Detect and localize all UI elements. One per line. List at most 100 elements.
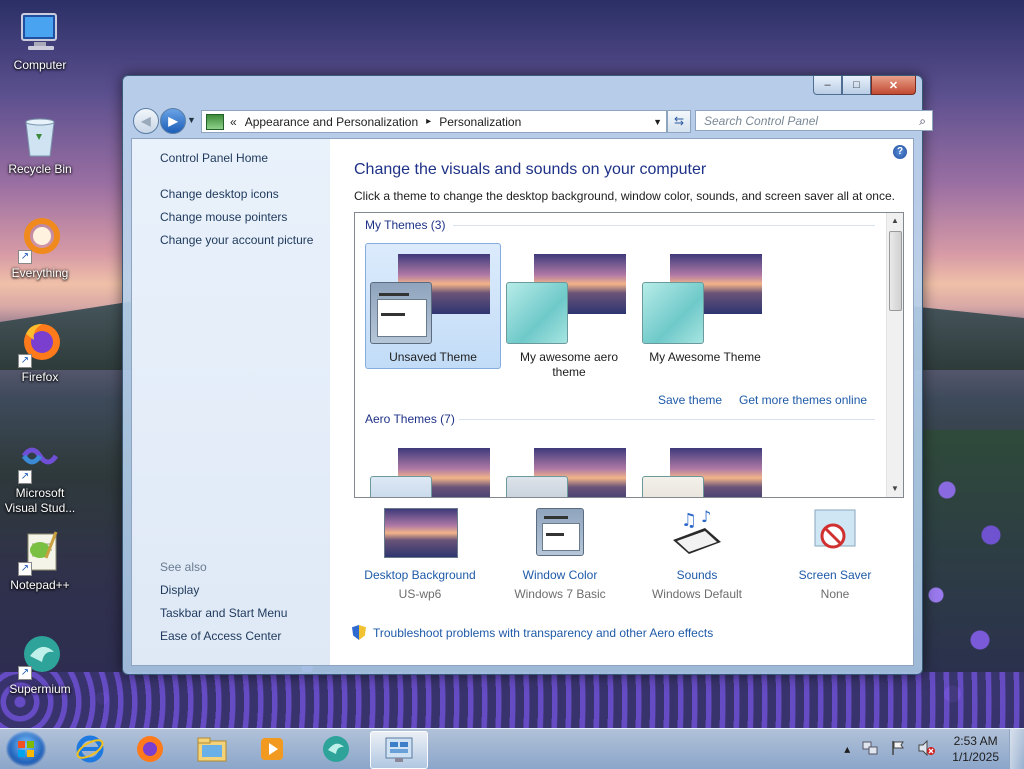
theme-window-preview xyxy=(642,476,704,497)
desktop-icon-everything[interactable]: ↗ Everything xyxy=(0,216,80,281)
close-button[interactable]: ✕ xyxy=(871,76,916,95)
aero-theme-characters[interactable] xyxy=(637,437,773,497)
get-more-themes-link[interactable]: Get more themes online xyxy=(739,393,867,407)
taskbar: ▴ 2:53 AM 1/1/2025 xyxy=(0,728,1024,769)
theme-list-scrollbar[interactable]: ▲ ▼ xyxy=(886,213,903,497)
back-arrow-icon: ◀ xyxy=(141,114,151,128)
save-theme-link[interactable]: Save theme xyxy=(658,393,722,407)
supermium-icon: ↗ xyxy=(16,632,64,680)
theme-awesome[interactable]: My Awesome Theme xyxy=(637,243,773,369)
windows-logo-icon xyxy=(18,741,34,757)
theme-list: My Themes (3) Unsaved Theme My awesome a… xyxy=(354,212,904,498)
search-icon[interactable]: ⌕ xyxy=(919,111,926,132)
desktop-icon-computer[interactable]: Computer xyxy=(0,8,80,73)
desktop-background-icon xyxy=(384,508,458,558)
internet-explorer-icon xyxy=(76,735,104,763)
network-icon[interactable] xyxy=(862,740,878,759)
maximize-button[interactable]: □ xyxy=(842,76,871,95)
minimize-button[interactable]: – xyxy=(813,76,842,95)
change-account-picture-link[interactable]: Change your account picture xyxy=(160,233,313,247)
aero-themes-header: Aero Themes (7) xyxy=(365,412,455,426)
change-desktop-icons-link[interactable]: Change desktop icons xyxy=(160,187,279,201)
sounds-link[interactable]: Sounds xyxy=(632,568,762,582)
aero-theme-windows7[interactable] xyxy=(365,437,501,497)
theme-awesome-aero[interactable]: My awesome aero theme xyxy=(501,243,637,379)
navigation-bar: ◀ ▶ ▼ « Appearance and Personalization ▸… xyxy=(131,107,933,135)
search-placeholder: Search Control Panel xyxy=(704,114,819,128)
control-panel-home-link[interactable]: Control Panel Home xyxy=(160,151,268,165)
theme-label: My awesome aero theme xyxy=(519,350,619,379)
desktop-icon-recycle-bin[interactable]: Recycle Bin xyxy=(0,112,80,177)
screen-saver-setting[interactable]: Screen Saver None xyxy=(770,508,900,601)
back-button[interactable]: ◀ xyxy=(133,108,159,134)
taskbar-explorer[interactable] xyxy=(184,731,240,767)
shortcut-arrow-icon: ↗ xyxy=(18,250,32,264)
window-color-setting[interactable]: Window Color Windows 7 Basic xyxy=(495,508,625,601)
recycle-bin-icon xyxy=(16,112,64,160)
computer-icon xyxy=(16,8,64,56)
media-player-icon xyxy=(261,738,283,760)
breadcrumb-overflow[interactable]: « xyxy=(230,115,237,129)
screen-saver-link[interactable]: Screen Saver xyxy=(770,568,900,582)
troubleshoot-transparency-link[interactable]: Troubleshoot problems with transparency … xyxy=(352,625,713,640)
clock-date: 1/1/2025 xyxy=(952,750,999,764)
forward-button[interactable]: ▶ xyxy=(160,108,186,134)
show-hidden-icons-button[interactable]: ▴ xyxy=(844,742,850,756)
ease-of-access-link[interactable]: Ease of Access Center xyxy=(160,629,281,643)
theme-window-preview xyxy=(370,282,432,344)
address-dropdown-chevron-down-icon[interactable]: ▼ xyxy=(653,117,662,127)
sounds-setting[interactable]: ♫ ♪ Sounds Windows Default xyxy=(632,507,762,601)
group-divider xyxy=(459,419,875,420)
scroll-down-icon[interactable]: ▼ xyxy=(887,481,903,497)
desktop-background-link[interactable]: Desktop Background xyxy=(355,568,485,582)
everything-search-icon: ↗ xyxy=(16,216,64,264)
sounds-icon: ♫ ♪ xyxy=(661,507,733,556)
desktop-background-setting[interactable]: Desktop Background US-wp6 xyxy=(355,508,485,601)
window-color-link[interactable]: Window Color xyxy=(495,568,625,582)
preview-inner xyxy=(377,299,427,337)
taskbar-firefox[interactable] xyxy=(122,731,178,767)
taskbar-start-menu-link[interactable]: Taskbar and Start Menu xyxy=(160,606,287,620)
address-bar[interactable]: « Appearance and Personalization ▸ Perso… xyxy=(201,110,667,133)
window-client-area: Control Panel Home Change desktop icons … xyxy=(131,138,914,666)
scroll-thumb[interactable] xyxy=(889,231,902,311)
taskbar-internet-explorer[interactable] xyxy=(62,731,118,767)
theme-label: Unsaved Theme xyxy=(389,350,477,364)
breadcrumb-appearance[interactable]: Appearance and Personalization xyxy=(245,115,418,129)
notification-area: ▴ 2:53 AM 1/1/2025 xyxy=(838,729,1024,769)
troubleshoot-label: Troubleshoot problems with transparency … xyxy=(373,625,714,640)
volume-muted-icon[interactable] xyxy=(918,739,936,759)
desktop-icon-label: Everything xyxy=(11,266,69,280)
start-button[interactable] xyxy=(6,731,46,767)
desktop-icon-visual-studio[interactable]: ↗ Microsoft Visual Stud... xyxy=(0,436,80,516)
desktop-icon-supermium[interactable]: ↗ Supermium xyxy=(0,632,80,697)
desktop-icon-label: Notepad++ xyxy=(10,578,70,592)
desktop-icon-label: Firefox xyxy=(21,370,59,384)
system-clock[interactable]: 2:53 AM 1/1/2025 xyxy=(952,733,999,765)
firefox-icon xyxy=(137,736,163,762)
change-mouse-pointers-link[interactable]: Change mouse pointers xyxy=(160,210,287,224)
aero-theme-architecture[interactable] xyxy=(501,437,637,497)
theme-unsaved[interactable]: Unsaved Theme xyxy=(365,243,501,369)
visual-studio-icon: ↗ xyxy=(16,436,64,484)
shortcut-arrow-icon: ↗ xyxy=(18,666,32,680)
taskbar-media-player[interactable] xyxy=(244,731,300,767)
theme-window-preview xyxy=(506,476,568,497)
desktop-icon-firefox[interactable]: ↗ Firefox xyxy=(0,320,80,385)
search-input[interactable]: Search Control Panel ⌕ xyxy=(695,110,933,131)
breadcrumb-separator-icon[interactable]: ▸ xyxy=(426,116,431,127)
desktop-icon-label: Microsoft Visual Stud... xyxy=(4,486,76,515)
refresh-button[interactable]: ⇆ xyxy=(667,110,691,133)
screen-saver-icon xyxy=(799,508,871,556)
show-desktop-button[interactable] xyxy=(1009,729,1024,769)
breadcrumb-personalization[interactable]: Personalization xyxy=(439,115,521,129)
scroll-up-icon[interactable]: ▲ xyxy=(887,213,903,229)
action-center-flag-icon[interactable] xyxy=(890,740,906,759)
taskbar-supermium[interactable] xyxy=(308,731,364,767)
taskbar-control-panel[interactable] xyxy=(370,731,428,769)
recent-pages-chevron-down-icon[interactable]: ▼ xyxy=(187,115,196,125)
svg-text:♪: ♪ xyxy=(701,508,711,526)
help-icon[interactable]: ? xyxy=(893,145,907,159)
display-link[interactable]: Display xyxy=(160,583,199,597)
desktop-icon-notepadpp[interactable]: ↗ Notepad++ xyxy=(0,528,80,593)
